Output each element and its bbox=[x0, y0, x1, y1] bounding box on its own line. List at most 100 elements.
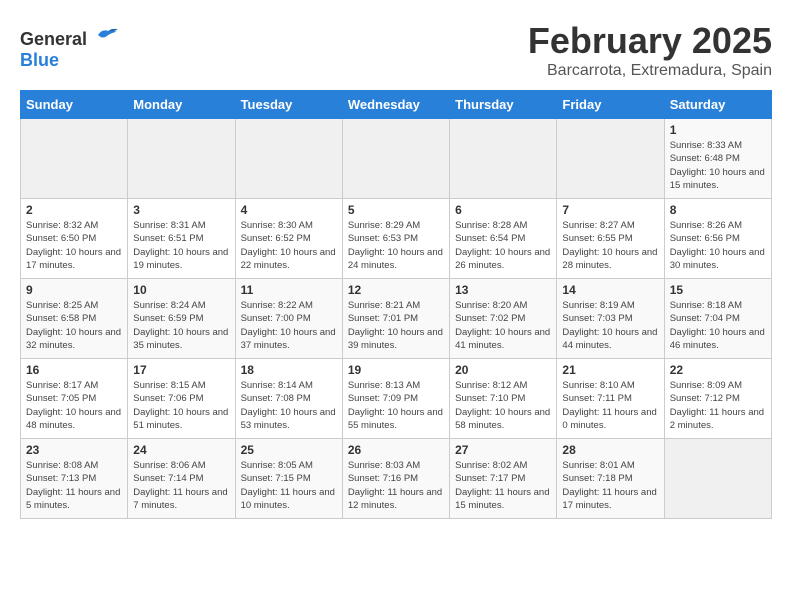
day-info: Sunrise: 8:15 AM Sunset: 7:06 PM Dayligh… bbox=[133, 379, 229, 432]
day-info: Sunrise: 8:17 AM Sunset: 7:05 PM Dayligh… bbox=[26, 379, 122, 432]
day-number: 1 bbox=[670, 123, 766, 137]
logo: General Blue bbox=[20, 25, 118, 71]
day-number: 7 bbox=[562, 203, 658, 217]
day-number: 13 bbox=[455, 283, 551, 297]
calendar-cell bbox=[450, 119, 557, 199]
calendar-cell: 8 Sunrise: 8:26 AM Sunset: 6:56 PM Daylig… bbox=[664, 199, 771, 279]
calendar-cell: 2Sunrise: 8:32 AM Sunset: 6:50 PM Daylig… bbox=[21, 199, 128, 279]
calendar-cell: 17 Sunrise: 8:15 AM Sunset: 7:06 PM Dayli… bbox=[128, 359, 235, 439]
calendar-body: 1 Sunrise: 8:33 AM Sunset: 6:48 PM Daylig… bbox=[21, 119, 772, 519]
calendar-cell: 7 Sunrise: 8:27 AM Sunset: 6:55 PM Daylig… bbox=[557, 199, 664, 279]
calendar-cell: 19Sunrise: 8:13 AM Sunset: 7:09 PM Dayli… bbox=[342, 359, 449, 439]
day-of-week-header: Monday bbox=[128, 91, 235, 119]
calendar-cell: 13 Sunrise: 8:20 AM Sunset: 7:02 PM Dayli… bbox=[450, 279, 557, 359]
calendar-cell: 24 Sunrise: 8:06 AM Sunset: 7:14 PM Dayli… bbox=[128, 439, 235, 519]
title-area: February 2025 Barcarrota, Extremadura, S… bbox=[528, 20, 772, 80]
calendar-cell: 20Sunrise: 8:12 AM Sunset: 7:10 PM Dayli… bbox=[450, 359, 557, 439]
day-number: 18 bbox=[241, 363, 337, 377]
day-info: Sunrise: 8:03 AM Sunset: 7:16 PM Dayligh… bbox=[348, 459, 444, 512]
calendar-cell: 14 Sunrise: 8:19 AM Sunset: 7:03 PM Dayli… bbox=[557, 279, 664, 359]
day-number: 6 bbox=[455, 203, 551, 217]
day-info: Sunrise: 8:30 AM Sunset: 6:52 PM Dayligh… bbox=[241, 219, 337, 272]
day-info: Sunrise: 8:26 AM Sunset: 6:56 PM Dayligh… bbox=[670, 219, 766, 272]
day-info: Sunrise: 8:25 AM Sunset: 6:58 PM Dayligh… bbox=[26, 299, 122, 352]
day-of-week-header: Saturday bbox=[664, 91, 771, 119]
day-info: Sunrise: 8:27 AM Sunset: 6:55 PM Dayligh… bbox=[562, 219, 658, 272]
calendar-cell: 16 Sunrise: 8:17 AM Sunset: 7:05 PM Dayli… bbox=[21, 359, 128, 439]
day-of-week-header: Friday bbox=[557, 91, 664, 119]
calendar-cell: 10Sunrise: 8:24 AM Sunset: 6:59 PM Dayli… bbox=[128, 279, 235, 359]
subtitle: Barcarrota, Extremadura, Spain bbox=[528, 62, 772, 80]
day-number: 8 bbox=[670, 203, 766, 217]
calendar-cell: 15 Sunrise: 8:18 AM Sunset: 7:04 PM Dayli… bbox=[664, 279, 771, 359]
day-info: Sunrise: 8:31 AM Sunset: 6:51 PM Dayligh… bbox=[133, 219, 229, 272]
day-info: Sunrise: 8:06 AM Sunset: 7:14 PM Dayligh… bbox=[133, 459, 229, 512]
calendar-cell: 25 Sunrise: 8:05 AM Sunset: 7:15 PM Dayli… bbox=[235, 439, 342, 519]
day-number: 22 bbox=[670, 363, 766, 377]
calendar-cell: 28 Sunrise: 8:01 AM Sunset: 7:18 PM Dayli… bbox=[557, 439, 664, 519]
day-of-week-header: Wednesday bbox=[342, 91, 449, 119]
calendar-cell bbox=[664, 439, 771, 519]
calendar-cell: 11Sunrise: 8:22 AM Sunset: 7:00 PM Dayli… bbox=[235, 279, 342, 359]
day-info: Sunrise: 8:13 AM Sunset: 7:09 PM Dayligh… bbox=[348, 379, 444, 432]
header: General Blue February 2025 Barcarrota, E… bbox=[20, 20, 772, 80]
calendar-cell bbox=[557, 119, 664, 199]
calendar-week-row: 1 Sunrise: 8:33 AM Sunset: 6:48 PM Daylig… bbox=[21, 119, 772, 199]
calendar-cell: 5Sunrise: 8:29 AM Sunset: 6:53 PM Daylig… bbox=[342, 199, 449, 279]
calendar-week-row: 2Sunrise: 8:32 AM Sunset: 6:50 PM Daylig… bbox=[21, 199, 772, 279]
day-info: Sunrise: 8:19 AM Sunset: 7:03 PM Dayligh… bbox=[562, 299, 658, 352]
day-info: Sunrise: 8:29 AM Sunset: 6:53 PM Dayligh… bbox=[348, 219, 444, 272]
day-number: 15 bbox=[670, 283, 766, 297]
day-number: 20 bbox=[455, 363, 551, 377]
day-number: 14 bbox=[562, 283, 658, 297]
calendar-cell: 27 Sunrise: 8:02 AM Sunset: 7:17 PM Dayli… bbox=[450, 439, 557, 519]
day-info: Sunrise: 8:02 AM Sunset: 7:17 PM Dayligh… bbox=[455, 459, 551, 512]
day-info: Sunrise: 8:05 AM Sunset: 7:15 PM Dayligh… bbox=[241, 459, 337, 512]
main-title: February 2025 bbox=[528, 20, 772, 62]
day-info: Sunrise: 8:01 AM Sunset: 7:18 PM Dayligh… bbox=[562, 459, 658, 512]
logo-bird-icon bbox=[94, 25, 118, 45]
calendar-cell: 22Sunrise: 8:09 AM Sunset: 7:12 PM Dayli… bbox=[664, 359, 771, 439]
day-info: Sunrise: 8:08 AM Sunset: 7:13 PM Dayligh… bbox=[26, 459, 122, 512]
calendar-cell: 12Sunrise: 8:21 AM Sunset: 7:01 PM Dayli… bbox=[342, 279, 449, 359]
calendar-cell: 1 Sunrise: 8:33 AM Sunset: 6:48 PM Daylig… bbox=[664, 119, 771, 199]
calendar-cell bbox=[342, 119, 449, 199]
calendar-table: SundayMondayTuesdayWednesdayThursdayFrid… bbox=[20, 90, 772, 519]
calendar-week-row: 9Sunrise: 8:25 AM Sunset: 6:58 PM Daylig… bbox=[21, 279, 772, 359]
day-number: 17 bbox=[133, 363, 229, 377]
day-number: 16 bbox=[26, 363, 122, 377]
day-number: 23 bbox=[26, 443, 122, 457]
calendar-cell: 21 Sunrise: 8:10 AM Sunset: 7:11 PM Dayli… bbox=[557, 359, 664, 439]
calendar-cell bbox=[21, 119, 128, 199]
day-number: 4 bbox=[241, 203, 337, 217]
calendar-cell: 3 Sunrise: 8:31 AM Sunset: 6:51 PM Daylig… bbox=[128, 199, 235, 279]
day-info: Sunrise: 8:22 AM Sunset: 7:00 PM Dayligh… bbox=[241, 299, 337, 352]
day-info: Sunrise: 8:10 AM Sunset: 7:11 PM Dayligh… bbox=[562, 379, 658, 432]
day-info: Sunrise: 8:33 AM Sunset: 6:48 PM Dayligh… bbox=[670, 139, 766, 192]
day-number: 3 bbox=[133, 203, 229, 217]
day-number: 21 bbox=[562, 363, 658, 377]
calendar-header: SundayMondayTuesdayWednesdayThursdayFrid… bbox=[21, 91, 772, 119]
day-number: 28 bbox=[562, 443, 658, 457]
day-number: 10 bbox=[133, 283, 229, 297]
calendar-cell: 18 Sunrise: 8:14 AM Sunset: 7:08 PM Dayli… bbox=[235, 359, 342, 439]
calendar-cell: 9Sunrise: 8:25 AM Sunset: 6:58 PM Daylig… bbox=[21, 279, 128, 359]
day-number: 25 bbox=[241, 443, 337, 457]
logo-general-text: General bbox=[20, 29, 87, 49]
calendar-cell: 6 Sunrise: 8:28 AM Sunset: 6:54 PM Daylig… bbox=[450, 199, 557, 279]
day-of-week-header: Thursday bbox=[450, 91, 557, 119]
calendar-cell: 26Sunrise: 8:03 AM Sunset: 7:16 PM Dayli… bbox=[342, 439, 449, 519]
day-info: Sunrise: 8:28 AM Sunset: 6:54 PM Dayligh… bbox=[455, 219, 551, 272]
day-of-week-header: Tuesday bbox=[235, 91, 342, 119]
day-info: Sunrise: 8:18 AM Sunset: 7:04 PM Dayligh… bbox=[670, 299, 766, 352]
day-info: Sunrise: 8:32 AM Sunset: 6:50 PM Dayligh… bbox=[26, 219, 122, 272]
day-number: 24 bbox=[133, 443, 229, 457]
logo-blue-text: Blue bbox=[20, 50, 59, 70]
day-info: Sunrise: 8:14 AM Sunset: 7:08 PM Dayligh… bbox=[241, 379, 337, 432]
calendar-cell: 23 Sunrise: 8:08 AM Sunset: 7:13 PM Dayli… bbox=[21, 439, 128, 519]
day-info: Sunrise: 8:20 AM Sunset: 7:02 PM Dayligh… bbox=[455, 299, 551, 352]
calendar-week-row: 23 Sunrise: 8:08 AM Sunset: 7:13 PM Dayli… bbox=[21, 439, 772, 519]
calendar-week-row: 16 Sunrise: 8:17 AM Sunset: 7:05 PM Dayli… bbox=[21, 359, 772, 439]
day-number: 27 bbox=[455, 443, 551, 457]
calendar-cell bbox=[128, 119, 235, 199]
